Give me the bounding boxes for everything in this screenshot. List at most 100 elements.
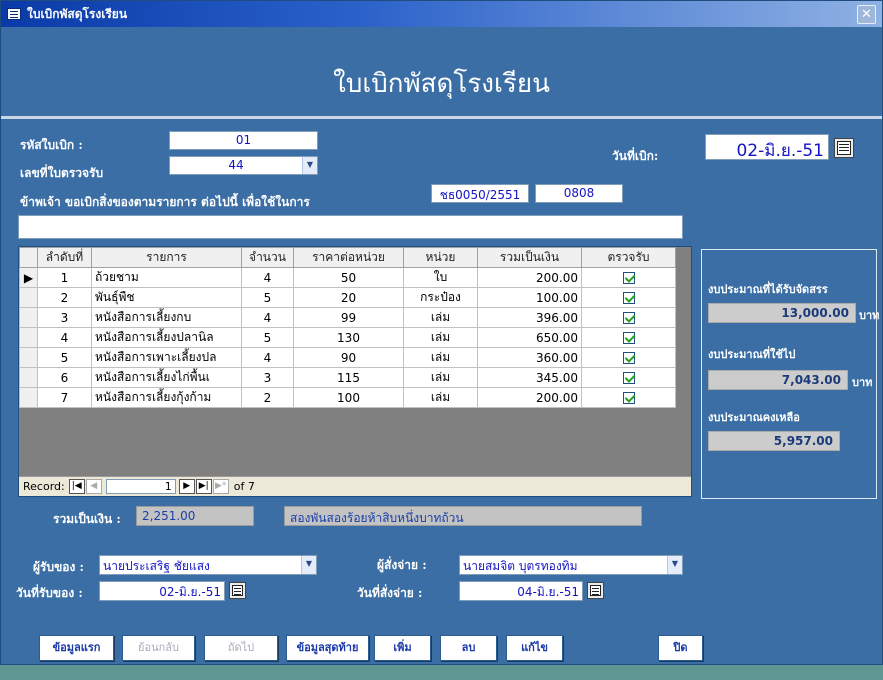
next-record-button[interactable]: ถัดไป: [204, 635, 278, 661]
table-row[interactable]: 5 หนังสือการเพาะเลี้ยงปล 4 90 เล่ม 360.0…: [19, 347, 676, 368]
cell-qty[interactable]: 4: [241, 307, 294, 328]
chevron-down-icon[interactable]: ▼: [302, 157, 317, 174]
doc-no-field[interactable]: ชธ0050/2551: [431, 184, 529, 203]
chevron-down-icon[interactable]: ▼: [301, 556, 316, 574]
column-header[interactable]: รายการ: [91, 247, 242, 268]
cell-item[interactable]: หนังสือการเลี้ยงไก่พื้นเ: [91, 367, 242, 388]
cell-unit[interactable]: เล่ม: [403, 387, 478, 408]
cell-check[interactable]: [581, 327, 676, 348]
cell-item[interactable]: หนังสือการเลี้ยงกุ้งก้าม: [91, 387, 242, 408]
prev-record-button[interactable]: ย้อนกลับ: [122, 635, 195, 661]
requisition-code-field[interactable]: 01: [169, 131, 318, 150]
cell-qty[interactable]: 4: [241, 347, 294, 368]
receive-date-field[interactable]: 02-มิ.ย.-51: [99, 581, 225, 601]
cell-total[interactable]: 396.00: [477, 307, 582, 328]
last-record-icon[interactable]: ▶|: [195, 479, 212, 494]
purpose-field[interactable]: [18, 215, 683, 239]
cell-price[interactable]: 100: [293, 387, 404, 408]
receipt-no-combo[interactable]: 44 ▼: [169, 156, 318, 175]
calendar-icon[interactable]: [587, 582, 604, 599]
next-record-icon[interactable]: ▶: [178, 479, 195, 494]
cell-qty[interactable]: 4: [241, 267, 294, 288]
checkbox[interactable]: [622, 272, 635, 284]
cell-total[interactable]: 100.00: [477, 287, 582, 308]
column-header[interactable]: ราคาต่อหน่วย: [293, 247, 404, 268]
calendar-icon[interactable]: [229, 582, 246, 599]
cell-unit[interactable]: เล่ม: [403, 327, 478, 348]
approver-combo[interactable]: นายสมจิต บุตรทองทิม ▼: [459, 555, 683, 575]
cell-no[interactable]: 6: [37, 367, 92, 388]
cell-check[interactable]: [581, 267, 676, 288]
cell-total[interactable]: 650.00: [477, 327, 582, 348]
edit-button[interactable]: แก้ไข: [506, 635, 563, 661]
cell-total[interactable]: 345.00: [477, 367, 582, 388]
doc-no-2-field[interactable]: 0808: [535, 184, 623, 203]
cell-qty[interactable]: 5: [241, 327, 294, 348]
table-row[interactable]: 2 พันธุ์พืช 5 20 กระป๋อง 100.00: [19, 287, 676, 308]
cell-unit[interactable]: เล่ม: [403, 347, 478, 368]
row-selector[interactable]: [19, 347, 38, 368]
checkbox[interactable]: [622, 392, 635, 404]
record-position-input[interactable]: 1: [105, 479, 176, 494]
row-selector[interactable]: [19, 327, 38, 348]
column-header[interactable]: รวมเป็นเงิน: [477, 247, 582, 268]
table-row[interactable]: 4 หนังสือการเลี้ยงปลานิล 5 130 เล่ม 650.…: [19, 327, 676, 348]
row-selector[interactable]: [19, 307, 38, 328]
table-row[interactable]: ▶ 1 ถ้วยชาม 4 50 ใบ 200.00: [19, 267, 676, 288]
table-row[interactable]: 7 หนังสือการเลี้ยงกุ้งก้าม 2 100 เล่ม 20…: [19, 387, 676, 408]
add-button[interactable]: เพิ่ม: [374, 635, 431, 661]
cell-no[interactable]: 2: [37, 287, 92, 308]
new-record-icon[interactable]: ▶*: [212, 479, 229, 494]
column-header[interactable]: จำนวน: [241, 247, 294, 268]
row-selector[interactable]: [19, 387, 38, 408]
cell-price[interactable]: 99: [293, 307, 404, 328]
last-record-button[interactable]: ข้อมูลสุดท้าย: [286, 635, 369, 661]
cell-unit[interactable]: เล่ม: [403, 307, 478, 328]
current-record-indicator[interactable]: ▶: [19, 267, 38, 288]
cell-unit[interactable]: เล่ม: [403, 367, 478, 388]
delete-button[interactable]: ลบ: [440, 635, 497, 661]
checkbox[interactable]: [622, 292, 635, 304]
cell-no[interactable]: 3: [37, 307, 92, 328]
close-button[interactable]: ปิด: [658, 635, 703, 661]
cell-total[interactable]: 200.00: [477, 267, 582, 288]
cell-total[interactable]: 200.00: [477, 387, 582, 408]
cell-no[interactable]: 1: [37, 267, 92, 288]
row-selector[interactable]: [19, 367, 38, 388]
approve-date-field[interactable]: 04-มิ.ย.-51: [459, 581, 583, 601]
cell-check[interactable]: [581, 387, 676, 408]
receiver-combo[interactable]: นายประเสริฐ ชัยแสง ▼: [99, 555, 317, 575]
cell-unit[interactable]: ใบ: [403, 267, 478, 288]
table-row[interactable]: 3 หนังสือการเลี้ยงกบ 4 99 เล่ม 396.00: [19, 307, 676, 328]
cell-price[interactable]: 20: [293, 287, 404, 308]
first-record-button[interactable]: ข้อมูลแรก: [39, 635, 114, 661]
cell-no[interactable]: 4: [37, 327, 92, 348]
cell-check[interactable]: [581, 287, 676, 308]
close-window-button[interactable]: ✕: [857, 5, 876, 24]
cell-item[interactable]: หนังสือการเพาะเลี้ยงปล: [91, 347, 242, 368]
cell-item[interactable]: หนังสือการเลี้ยงปลานิล: [91, 327, 242, 348]
cell-qty[interactable]: 2: [241, 387, 294, 408]
request-date-field[interactable]: 02-มิ.ย.-51: [705, 134, 829, 160]
table-row[interactable]: 6 หนังสือการเลี้ยงไก่พื้นเ 3 115 เล่ม 34…: [19, 367, 676, 388]
checkbox[interactable]: [622, 332, 635, 344]
cell-check[interactable]: [581, 307, 676, 328]
cell-price[interactable]: 50: [293, 267, 404, 288]
cell-total[interactable]: 360.00: [477, 347, 582, 368]
cell-item[interactable]: พันธุ์พืช: [91, 287, 242, 308]
column-header[interactable]: ตรวจรับ: [581, 247, 676, 268]
cell-qty[interactable]: 3: [241, 367, 294, 388]
cell-no[interactable]: 5: [37, 347, 92, 368]
cell-no[interactable]: 7: [37, 387, 92, 408]
cell-unit[interactable]: กระป๋อง: [403, 287, 478, 308]
cell-item[interactable]: หนังสือการเลี้ยงกบ: [91, 307, 242, 328]
cell-price[interactable]: 90: [293, 347, 404, 368]
cell-price[interactable]: 130: [293, 327, 404, 348]
column-header[interactable]: หน่วย: [403, 247, 478, 268]
cell-item[interactable]: ถ้วยชาม: [91, 267, 242, 288]
calendar-icon[interactable]: [834, 138, 854, 158]
cell-check[interactable]: [581, 367, 676, 388]
checkbox[interactable]: [622, 312, 635, 324]
row-selector[interactable]: [19, 287, 38, 308]
checkbox[interactable]: [622, 372, 635, 384]
